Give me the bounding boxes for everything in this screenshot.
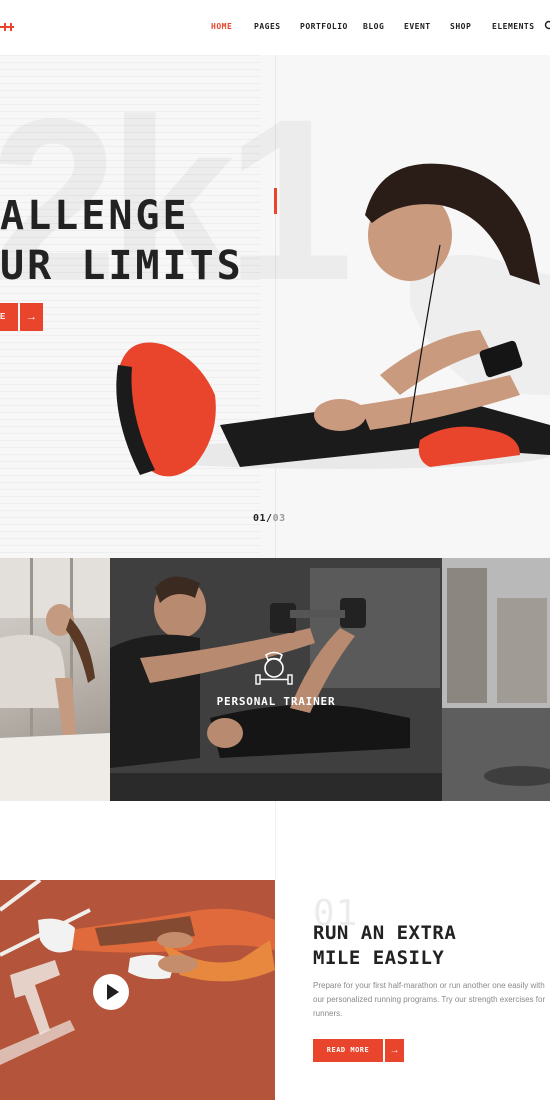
- gallery-image-plank[interactable]: [0, 558, 110, 801]
- slide-counter: 01/03: [253, 513, 286, 524]
- personal-trainer-label: PERSONAL TRAINER: [216, 695, 336, 708]
- hero-cta-button[interactable]: E →: [0, 303, 43, 331]
- slide-counter-total: 03: [272, 513, 286, 524]
- feature-title-line-2: MILE EASILY: [313, 947, 445, 969]
- trainer-gallery: PERSONAL TRAINER: [0, 558, 550, 801]
- plank-photo-shape: [0, 558, 110, 801]
- gallery-image-personal-trainer[interactable]: [110, 558, 442, 801]
- site-header: HOME PAGES PORTFOLIO BLOG EVENT SHOP ELE…: [0, 0, 550, 55]
- nav-item-blog[interactable]: BLOG: [363, 22, 384, 31]
- nav-item-event[interactable]: EVENT: [404, 22, 431, 31]
- kettlebell-dumbbell-icon: [255, 651, 293, 685]
- feature-title: RUN AN EXTRA MILE EASILY: [313, 921, 456, 971]
- track-photo-shape: [0, 880, 275, 1100]
- street-photo-shape: [442, 558, 550, 801]
- main-nav: HOME PAGES PORTFOLIO BLOG EVENT SHOP ELE…: [0, 22, 550, 34]
- nav-item-pages[interactable]: PAGES: [254, 22, 281, 31]
- hero-title: ALLENGE UR LIMITS: [0, 191, 244, 291]
- read-more-label: READ MORE: [313, 1039, 383, 1062]
- hero-title-line-2: UR LIMITS: [0, 243, 244, 289]
- nav-item-portfolio[interactable]: PORTFOLIO: [300, 22, 348, 31]
- hero-cta-label: E: [0, 303, 18, 331]
- feature-divider: [275, 801, 276, 880]
- nav-item-home[interactable]: HOME: [211, 22, 232, 31]
- arrow-right-icon: →: [385, 1039, 404, 1062]
- hero-slider: 2k1 ALLENGE UR LIMITS E → 01/03: [0, 55, 550, 558]
- nav-item-elements[interactable]: ELEMENTS: [492, 22, 535, 31]
- play-video-button[interactable]: [93, 974, 129, 1010]
- search-icon[interactable]: [544, 20, 550, 32]
- feature-description: Prepare for your first half-marathon or …: [313, 981, 546, 1018]
- arrow-right-icon: →: [20, 303, 43, 331]
- feature-title-line-1: RUN AN EXTRA: [313, 922, 457, 944]
- play-icon: [107, 984, 119, 1000]
- read-more-button[interactable]: READ MORE →: [313, 1039, 404, 1062]
- slide-counter-current: 01/: [253, 513, 273, 524]
- athlete-stretching-image: [116, 163, 550, 477]
- hero-title-line-1: ALLENGE: [0, 193, 190, 239]
- hero-accent-bar: [274, 188, 277, 214]
- running-track-image: [0, 880, 275, 1100]
- gallery-image-street-run[interactable]: [442, 558, 550, 801]
- nav-item-shop[interactable]: SHOP: [450, 22, 471, 31]
